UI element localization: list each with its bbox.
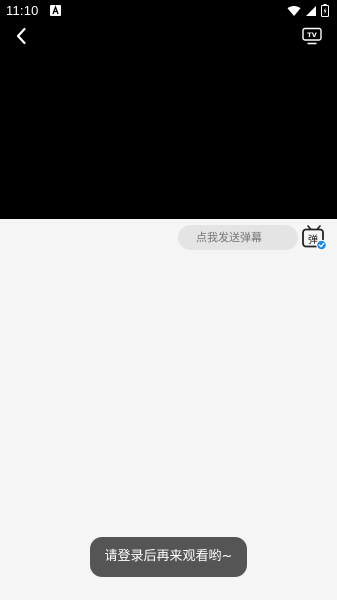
video-player[interactable] <box>0 0 337 219</box>
danmaku-toggle-button[interactable]: 弹 <box>300 223 328 253</box>
battery-icon <box>321 4 329 17</box>
tv-icon-label: TV <box>307 31 316 39</box>
font-a-icon <box>50 5 61 16</box>
danmaku-toggle-icon: 弹 <box>302 225 327 251</box>
back-button[interactable] <box>9 24 33 48</box>
cast-to-tv-button[interactable]: TV <box>300 25 324 47</box>
danmaku-bar: 点我发送弹幕 弹 <box>0 219 337 257</box>
wifi-icon <box>287 5 301 16</box>
chevron-left-icon <box>16 27 26 45</box>
login-required-toast: 请登录后再来观看哟~ <box>90 537 247 577</box>
signal-icon <box>306 5 316 16</box>
video-detail-screen: 11:10 TV 点我发送弹幕 弹 请登录后再来观看哟~ <box>0 0 337 600</box>
tv-icon: TV <box>302 27 322 45</box>
status-icons <box>287 4 329 17</box>
status-time: 11:10 <box>6 3 39 18</box>
status-bar: 11:10 <box>0 0 337 24</box>
danmaku-input[interactable]: 点我发送弹幕 <box>178 225 298 250</box>
